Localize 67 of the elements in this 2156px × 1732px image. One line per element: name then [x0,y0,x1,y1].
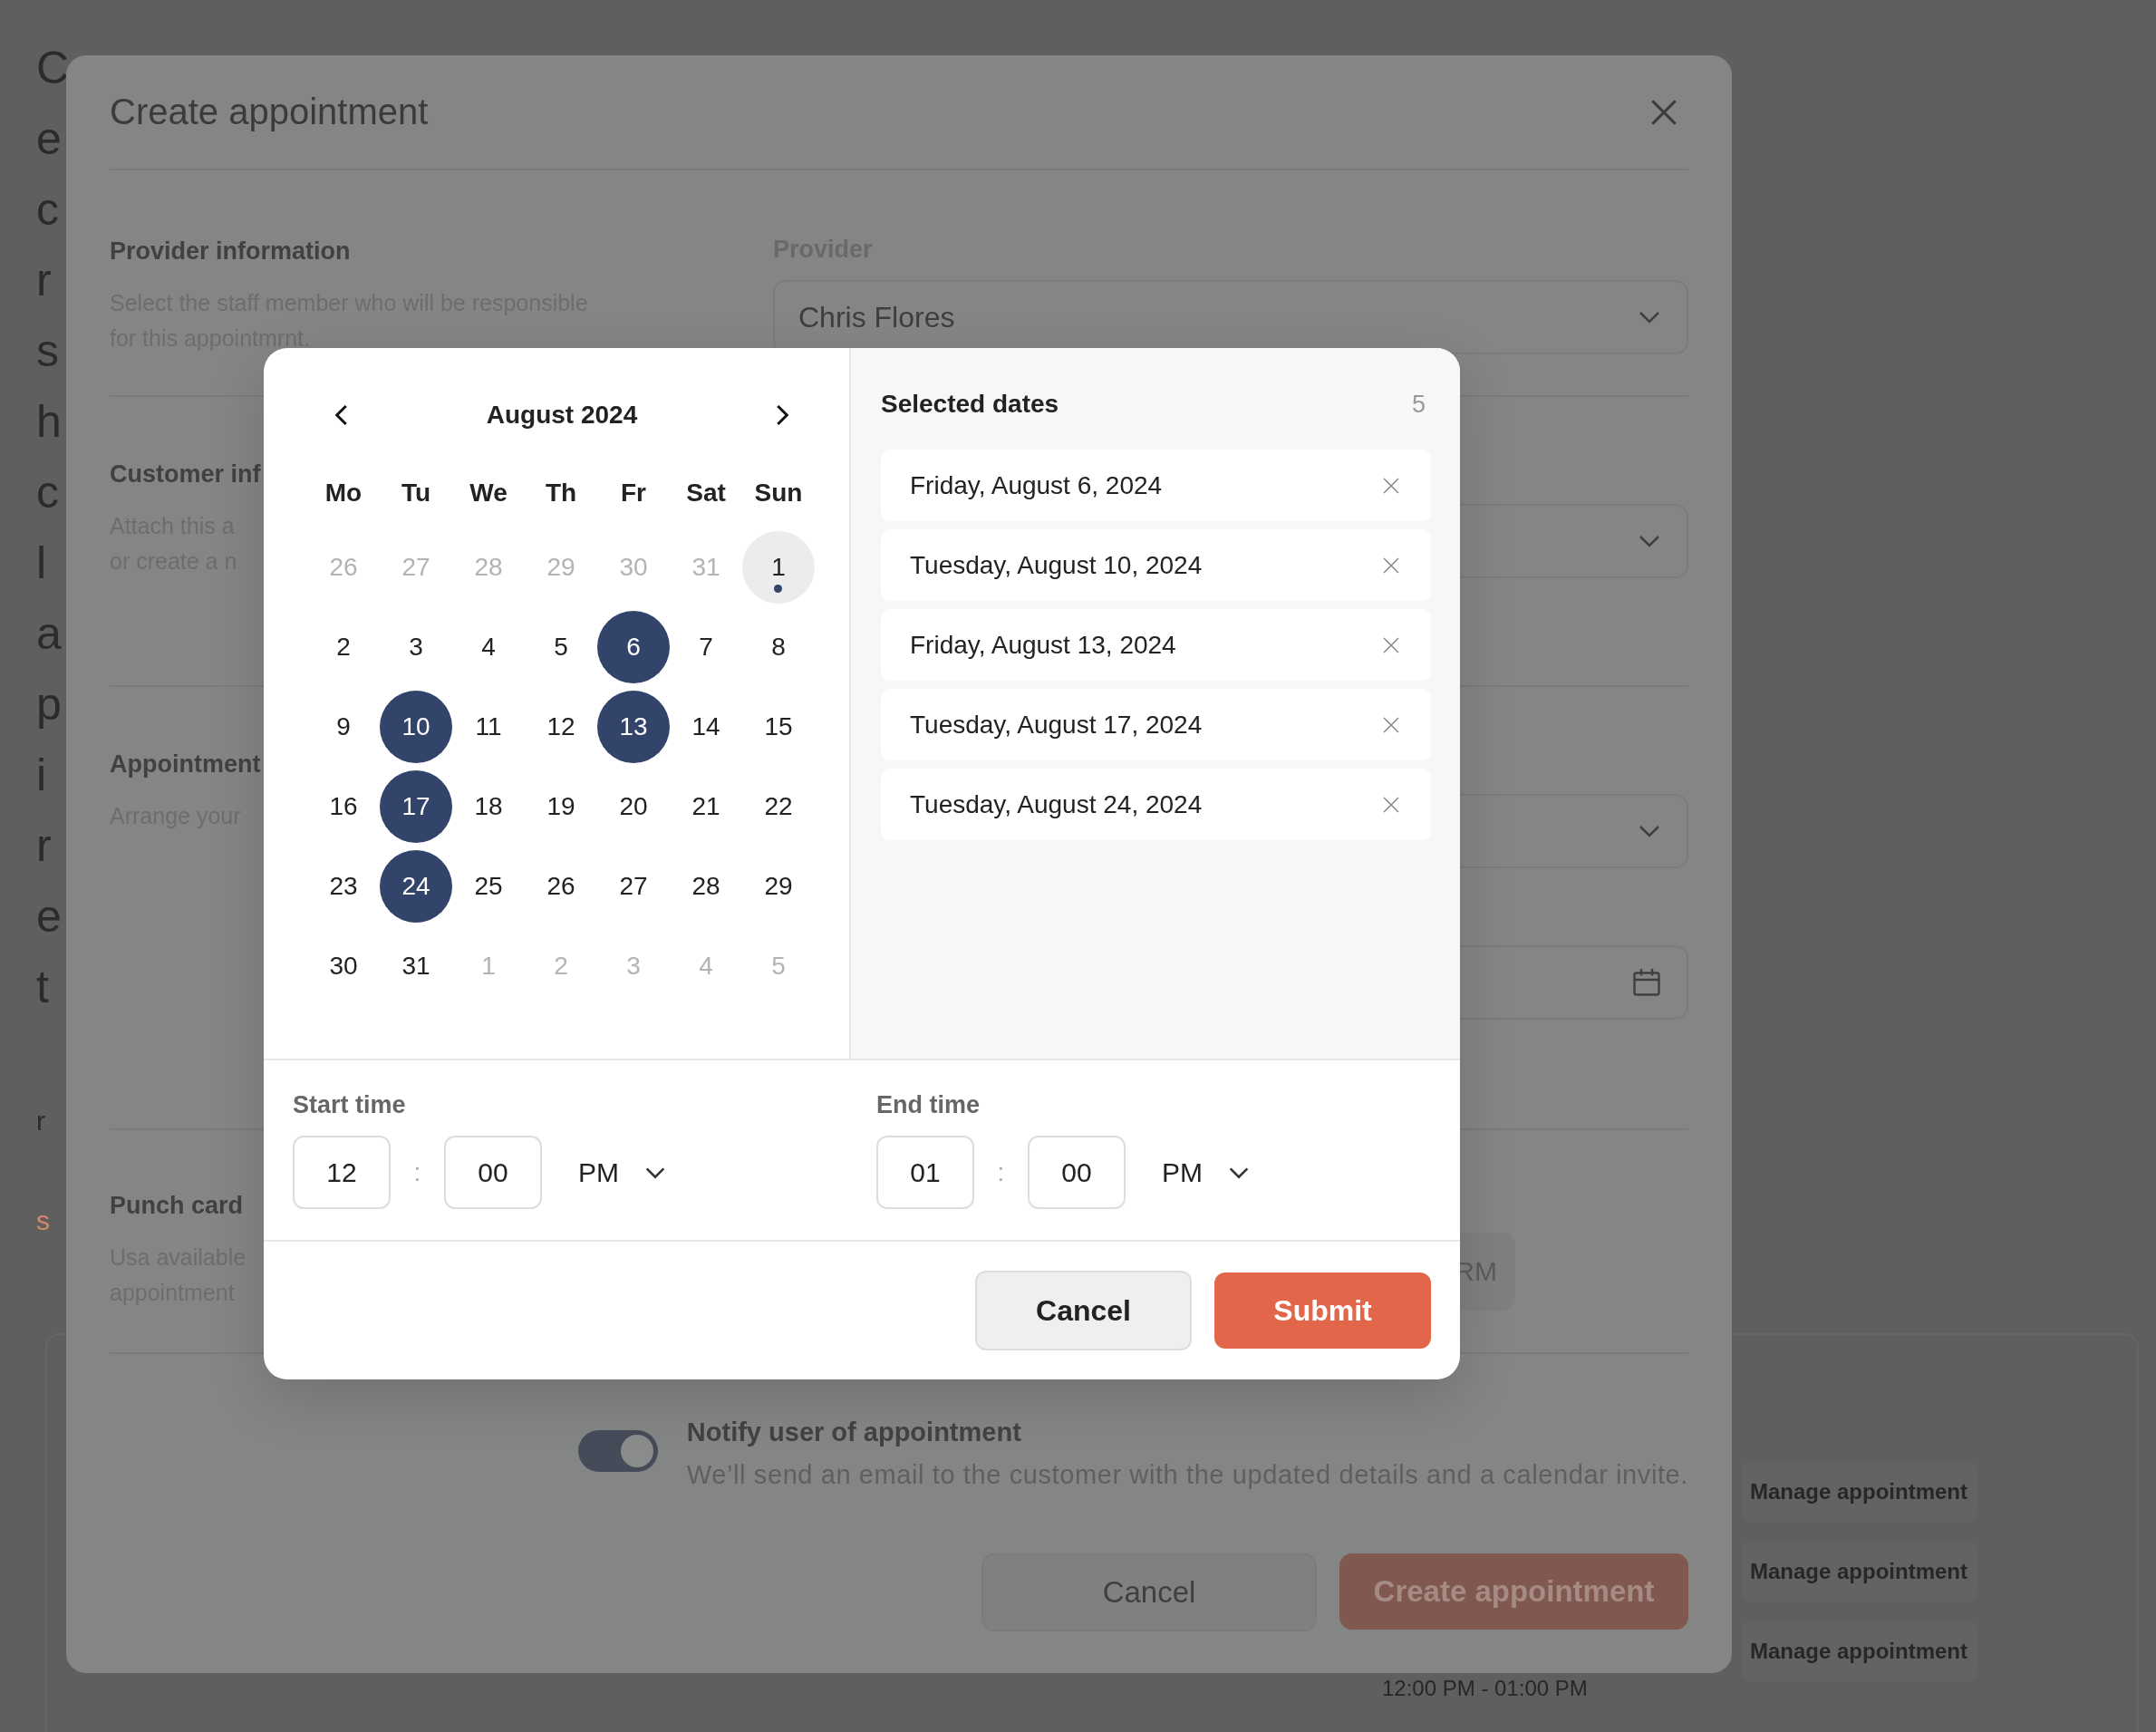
minute-field[interactable]: 00 [444,1136,542,1209]
selected-dates-title: Selected dates [881,390,1059,419]
calendar-day[interactable]: 10 [380,691,452,763]
calendar-day[interactable]: 29 [742,850,815,923]
notify-title: Notify user of appointment [686,1418,1021,1447]
selected-count: 5 [1411,390,1426,419]
calendar-day[interactable]: 5 [525,611,597,683]
calendar-day[interactable]: 25 [452,850,525,923]
calendar-day[interactable]: 12 [525,691,597,763]
calendar-day[interactable]: 28 [670,850,742,923]
calendar-day[interactable]: 21 [670,770,742,843]
calendar-day[interactable]: 22 [742,770,815,843]
weekday-label: Sun [754,479,803,508]
section-heading: Provider information [110,237,351,266]
selected-date: Friday, August 6, 2024 [910,470,1163,500]
calendar-day[interactable]: 6 [597,611,670,683]
weekday-label: Sat [686,479,726,508]
section-heading: Customer inf [110,460,261,489]
period-select[interactable]: PM [578,1156,668,1188]
calendar-day[interactable]: 15 [742,691,815,763]
selected-date: Friday, August 13, 2024 [910,630,1176,660]
calendar-day[interactable]: 4 [452,611,525,683]
calendar-icon [1630,966,1663,999]
weekday-label: Mo [324,479,363,508]
calendar-day[interactable]: 26 [525,850,597,923]
month-title: August 2024 [486,401,638,430]
calendar-day[interactable]: 7 [670,611,742,683]
hour-field[interactable]: 01 [876,1136,974,1209]
selected-date: Tuesday, August 24, 2024 [910,789,1203,819]
hour-field[interactable]: 12 [293,1136,391,1209]
calendar-day[interactable]: 18 [452,770,525,843]
time-separator: : [996,1157,1006,1187]
modal-title: Create appointment [110,92,429,132]
weekday-label: We [469,479,508,508]
section-heading: Appointment [110,750,261,779]
selected-date: Tuesday, August 10, 2024 [910,550,1203,580]
time-range: 12:00 PM - 01:00 PM [1382,1676,1588,1701]
calendar-day[interactable]: 17 [380,770,452,843]
calendar-day[interactable]: 30 [307,930,380,1002]
calendar-day[interactable]: 23 [307,850,380,923]
notify-toggle[interactable] [577,1430,658,1472]
calendar-day[interactable]: 8 [742,611,815,683]
calendar-day[interactable]: 9 [307,691,380,763]
calendar-day[interactable]: 20 [597,770,670,843]
calendar-day[interactable]: 19 [525,770,597,843]
calendar-day[interactable]: 16 [307,770,380,843]
period-select[interactable]: PM [1162,1156,1252,1188]
calendar-day[interactable]: 24 [380,850,452,923]
calendar-day[interactable]: 1 [742,531,815,604]
weekday-label: Tu [401,479,431,508]
calendar-day[interactable]: 3 [380,611,452,683]
time-label: End time [876,1091,980,1119]
time-separator: : [412,1157,422,1187]
calendar-day[interactable]: 31 [380,930,452,1002]
calendar-day[interactable]: 2 [307,611,380,683]
calendar-day[interactable]: 14 [670,691,742,763]
weekday-label: Fr [621,479,646,508]
calendar-day[interactable]: 13 [597,691,670,763]
cancel-button[interactable]: Cancel [975,1271,1192,1350]
minute-field[interactable]: 00 [1028,1136,1126,1209]
calendar-day[interactable]: 27 [597,850,670,923]
section-heading: Punch card [110,1192,244,1220]
weekday-label: Th [545,479,577,508]
selected-date: Tuesday, August 17, 2024 [910,710,1203,740]
calendar-day[interactable]: 11 [452,691,525,763]
page-text: s [36,1207,50,1234]
time-label: Start time [293,1091,406,1119]
